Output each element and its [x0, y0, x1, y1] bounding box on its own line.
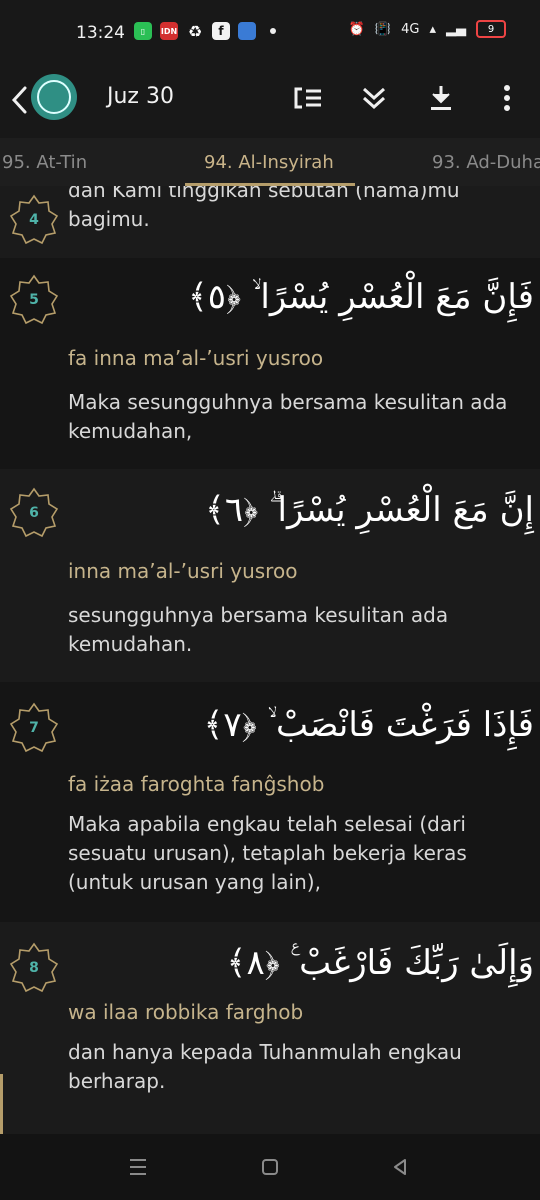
verse-number-badge: 8 [8, 942, 60, 994]
verse-translation: Maka apabila engkau telah selesai (dari … [68, 812, 467, 894]
idn-app-icon: IDN [160, 22, 178, 40]
battery-indicator: 9 [476, 20, 506, 38]
verse-number-badge: 4 [8, 194, 60, 246]
verse-translation: dan hanya kepada Tuhanmulah engkau berha… [68, 1040, 462, 1093]
verse-transliteration: fa iżaa faroghta fanĝshob [68, 772, 325, 796]
back-nav-icon[interactable] [380, 1152, 420, 1182]
verse-arabic: فَإِنَّ مَعَ الْعُسْرِ يُسْرًا ۙ ﴿٥﴾ [187, 277, 534, 317]
verse-number: 7 [29, 720, 39, 736]
verse-transliteration: inna ma’al-’usri yusroo [68, 559, 298, 583]
wifi-icon: ▴ [429, 21, 436, 37]
verse-item[interactable]: 6 إِنَّ مَعَ الْعُسْرِ يُسْرًا ۗ ﴿٦﴾ inn… [0, 469, 540, 682]
signal-label: 4G [401, 21, 420, 37]
alarm-icon: ⏰ [348, 21, 365, 37]
logo-emblem [37, 80, 71, 114]
verse-number: 8 [29, 960, 39, 976]
cell-signal-icon: ▂▄ [446, 21, 466, 37]
verse-arabic: إِنَّ مَعَ الْعُسْرِ يُسْرًا ۗ ﴿٦﴾ [204, 490, 534, 530]
tab-al-insyirah[interactable]: 94. Al-Insyirah [204, 152, 334, 173]
status-right: ⏰ 📳 4G ▴ ▂▄ 9 [349, 20, 506, 38]
verse-number-badge: 5 [8, 274, 60, 326]
back-icon[interactable] [6, 80, 34, 120]
quran-logo[interactable] [31, 74, 77, 120]
list-indent-icon[interactable] [288, 78, 328, 118]
verse-item[interactable]: 8 وَإِلَىٰ رَبِّكَ فَارْغَبْ ࣖ ﴿٨﴾ wa il… [0, 922, 540, 1134]
vibrate-icon: 📳 [374, 21, 392, 37]
verse-transliteration: wa ilaa robbika farghob [68, 1000, 304, 1024]
recycle-icon: ♻ [187, 21, 203, 41]
verse-item[interactable]: 5 فَإِنَّ مَعَ الْعُسْرِ يُسْرًا ۙ ﴿٥﴾ f… [0, 258, 540, 469]
status-time: 13:24 [76, 23, 125, 43]
verse-number: 4 [29, 212, 39, 228]
download-icon[interactable] [421, 78, 461, 118]
verse-item[interactable]: 4 dan Kami tinggikan sebutan (nama)mu ba… [0, 186, 540, 258]
battery-level: 9 [487, 23, 495, 35]
verse-number-badge: 7 [8, 702, 60, 754]
verse-arabic: فَإِذَا فَرَغْتَ فَانْصَبْ ۙ ﴿٧﴾ [203, 705, 535, 745]
app-bar: Juz 30 [0, 66, 540, 138]
facebook-icon: f [212, 22, 230, 40]
verse-translation: Maka sesungguhnya bersama kesulitan ada … [68, 390, 508, 443]
verse-number: 5 [29, 292, 39, 308]
double-chevron-down-icon[interactable] [354, 78, 394, 118]
verse-translation: sesungguhnya bersama kesulitan ada kemud… [68, 603, 449, 656]
verse-item[interactable]: 7 فَإِذَا فَرَغْتَ فَانْصَبْ ۙ ﴿٧﴾ fa iż… [0, 682, 540, 922]
tab-at-tin[interactable]: 95. At-Tin [2, 152, 87, 173]
scroll-position-marker [0, 1074, 3, 1134]
system-nav-bar [0, 1134, 540, 1200]
home-icon[interactable] [250, 1152, 290, 1182]
app-square-icon [238, 22, 256, 40]
battery-saver-app-icon: ▯ [134, 22, 152, 40]
verse-translation: dan Kami tinggikan sebutan (nama)mu bagi… [68, 186, 460, 231]
verse-number: 6 [29, 505, 39, 521]
notification-icons: ▯ IDN ♻ f [134, 21, 276, 41]
more-notifications-dot [270, 28, 276, 34]
more-vert-icon[interactable] [487, 78, 527, 118]
page-title: Juz 30 [107, 84, 174, 109]
surah-tabs: 95. At-Tin 94. Al-Insyirah 93. Ad-Duha [0, 138, 540, 186]
status-bar: 13:24 ▯ IDN ♻ f ⏰ 📳 4G ▴ ▂▄ 9 [0, 0, 540, 66]
verse-list[interactable]: 4 dan Kami tinggikan sebutan (nama)mu ba… [0, 186, 540, 1134]
recents-icon[interactable] [118, 1152, 158, 1182]
verse-arabic: وَإِلَىٰ رَبِّكَ فَارْغَبْ ࣖ ﴿٨﴾ [226, 943, 534, 983]
verse-transliteration: fa inna ma’al-’usri yusroo [68, 346, 324, 370]
tab-ad-duha[interactable]: 93. Ad-Duha [432, 152, 540, 173]
verse-number-badge: 6 [8, 487, 60, 539]
